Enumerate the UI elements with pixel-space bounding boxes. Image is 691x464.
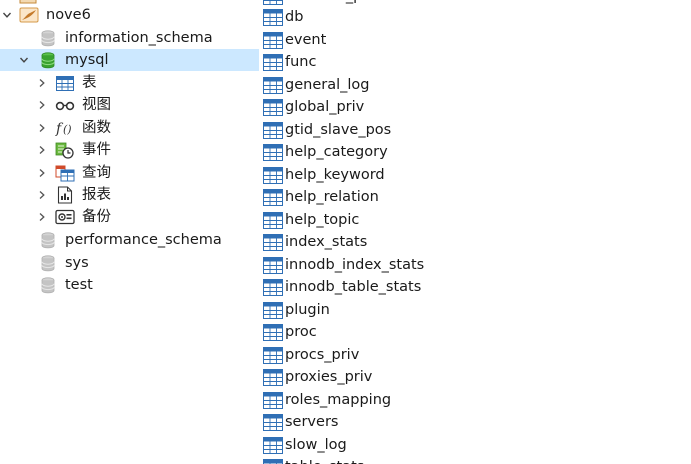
node-label: 备份 — [82, 209, 111, 225]
table-icon — [263, 234, 283, 251]
db-label: information_schema — [65, 30, 213, 46]
tree-node-views[interactable]: 视图 — [0, 94, 259, 116]
chevron-right-icon[interactable] — [36, 184, 48, 206]
table-name: help_keyword — [285, 167, 385, 184]
table-list: columns_priv db event func general_log g… — [259, 0, 691, 464]
table-icon — [55, 72, 75, 94]
tree-db-sys[interactable]: sys — [0, 252, 259, 274]
table-name: slow_log — [285, 437, 347, 454]
table-icon — [263, 212, 283, 229]
node-label: 报表 — [82, 187, 111, 203]
table-name: gtid_slave_pos — [285, 122, 392, 139]
chevron-right-icon[interactable] — [36, 139, 48, 161]
view-icon — [55, 94, 75, 116]
svg-text:(): () — [63, 123, 72, 136]
tree-node-events[interactable]: 事件 — [0, 139, 259, 161]
table-icon — [263, 302, 283, 319]
table-icon — [263, 189, 283, 206]
database-active-icon — [38, 49, 58, 71]
query-icon — [55, 162, 75, 184]
tree-node-tables[interactable]: 表 — [0, 72, 259, 94]
table-name: general_log — [285, 77, 370, 94]
node-label: 表 — [82, 75, 97, 91]
tree-connection-nove6[interactable]: nove6 — [0, 4, 259, 26]
table-name: servers — [285, 414, 339, 431]
table-icon — [263, 257, 283, 274]
chevron-right-icon[interactable] — [36, 117, 48, 139]
mariadb-connection-icon — [19, 4, 39, 26]
db-label: test — [65, 277, 93, 293]
tree-node-functions[interactable]: f () 函数 — [0, 117, 259, 139]
function-icon: f () — [55, 117, 75, 139]
db-label: mysql — [65, 52, 109, 68]
table-icon — [263, 414, 283, 431]
tree-node-queries[interactable]: 查询 — [0, 162, 259, 184]
report-icon — [55, 184, 75, 206]
chevron-right-icon[interactable] — [36, 206, 48, 228]
chevron-down-icon[interactable] — [1, 4, 13, 26]
table-name: proxies_priv — [285, 369, 373, 386]
table-icon — [263, 392, 283, 409]
table-icon — [263, 369, 283, 386]
node-label: 查询 — [82, 165, 111, 181]
table-icon — [263, 54, 283, 71]
tree-db-mysql[interactable]: mysql — [0, 49, 259, 71]
db-label: sys — [65, 255, 89, 271]
table-name: roles_mapping — [285, 392, 392, 409]
table-icon — [263, 32, 283, 49]
table-name: innodb_index_stats — [285, 257, 425, 274]
table-icon — [263, 9, 283, 26]
tree-db-information-schema[interactable]: information_schema — [0, 27, 259, 49]
table-icon — [263, 167, 283, 184]
table-name: plugin — [285, 302, 330, 319]
table-name: proc — [285, 324, 317, 341]
table-name: innodb_table_stats — [285, 279, 422, 296]
connection-label: nove6 — [46, 7, 91, 23]
table-icon — [263, 122, 283, 139]
navicat-window: nove6 information_schema mysql 表 视图 f ()… — [0, 0, 691, 464]
chevron-right-icon[interactable] — [36, 94, 48, 116]
chevron-right-icon[interactable] — [36, 162, 48, 184]
table-icon — [263, 144, 283, 161]
database-inactive-icon — [38, 274, 58, 296]
navigation-tree: nove6 information_schema mysql 表 视图 f ()… — [0, 0, 259, 464]
table-name: help_relation — [285, 189, 379, 206]
table-icon — [263, 459, 283, 464]
table-name: help_category — [285, 144, 388, 161]
tree-node-backups[interactable]: 备份 — [0, 206, 259, 228]
table-icon — [263, 99, 283, 116]
table-icon — [263, 77, 283, 94]
event-icon — [55, 139, 75, 161]
table-name: help_topic — [285, 212, 360, 229]
database-inactive-icon — [38, 252, 58, 274]
node-label: 事件 — [82, 142, 111, 158]
table-icon — [263, 0, 283, 5]
table-name: func — [285, 54, 317, 71]
node-label: 函数 — [82, 120, 111, 136]
table-name: db — [285, 9, 304, 26]
table-name: index_stats — [285, 234, 368, 251]
tree-db-test[interactable]: test — [0, 274, 259, 296]
chevron-right-icon[interactable] — [36, 72, 48, 94]
table-name: event — [285, 32, 327, 49]
table-icon — [263, 279, 283, 296]
table-name: table_stats — [285, 456, 364, 464]
table-icon — [263, 437, 283, 454]
tree-db-performance-schema[interactable]: performance_schema — [0, 229, 259, 251]
node-label: 视图 — [82, 97, 111, 113]
db-label: performance_schema — [65, 232, 222, 248]
tree-node-reports[interactable]: 报表 — [0, 184, 259, 206]
table-name: global_priv — [285, 99, 365, 116]
table-icon — [263, 347, 283, 364]
database-inactive-icon — [38, 27, 58, 49]
database-inactive-icon — [38, 229, 58, 251]
table-icon — [263, 324, 283, 341]
chevron-down-icon[interactable] — [18, 49, 30, 71]
backup-icon — [55, 206, 75, 228]
table-name: procs_priv — [285, 347, 360, 364]
